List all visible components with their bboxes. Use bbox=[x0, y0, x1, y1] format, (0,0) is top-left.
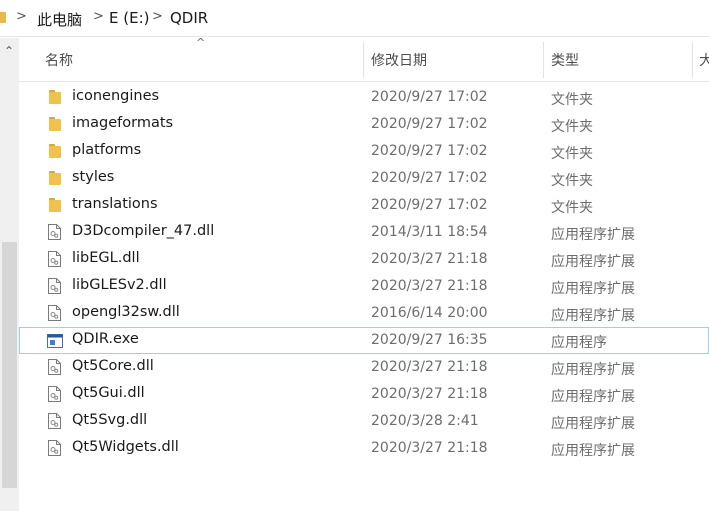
dll-file-icon bbox=[48, 251, 61, 267]
folder-icon bbox=[0, 12, 6, 23]
folder-icon bbox=[49, 198, 61, 212]
file-row[interactable]: iconengines 2020/9/27 17:02 文件夹 bbox=[19, 84, 709, 111]
dll-file-icon bbox=[48, 359, 61, 375]
file-modified-date: 2014/3/11 18:54 bbox=[371, 224, 488, 240]
breadcrumb-item-qdir[interactable]: QDIR bbox=[170, 9, 208, 27]
dll-file-icon bbox=[48, 440, 61, 456]
file-name: Qt5Core.dll bbox=[72, 358, 154, 374]
file-name: Qt5Svg.dll bbox=[72, 412, 148, 428]
column-header: ^ 名称 修改日期 类型 大 bbox=[19, 36, 709, 82]
file-modified-date: 2020/3/28 2:41 bbox=[371, 413, 479, 429]
file-row[interactable]: Qt5Core.dll 2020/3/27 21:18 应用程序扩展 bbox=[19, 354, 709, 381]
column-header-type[interactable]: 类型 bbox=[551, 50, 579, 70]
exe-file-icon bbox=[47, 333, 63, 349]
file-modified-date: 2016/6/14 20:00 bbox=[371, 305, 488, 321]
folder-icon bbox=[49, 144, 61, 158]
file-modified-date: 2020/3/27 21:18 bbox=[371, 440, 488, 456]
navigation-pane-scrollbar[interactable]: ⌃ bbox=[0, 38, 19, 511]
chevron-up-icon[interactable]: ⌃ bbox=[4, 44, 14, 58]
column-divider[interactable] bbox=[363, 42, 364, 78]
file-type: 应用程序扩展 bbox=[551, 362, 635, 378]
file-row[interactable]: D3Dcompiler_47.dll 2014/3/11 18:54 应用程序扩展 bbox=[19, 219, 709, 246]
file-modified-date: 2020/3/27 21:18 bbox=[371, 251, 488, 267]
file-type: 文件夹 bbox=[551, 92, 593, 108]
dll-file-icon bbox=[48, 305, 61, 321]
dll-file-icon bbox=[48, 278, 61, 294]
file-name: iconengines bbox=[72, 88, 160, 104]
file-modified-date: 2020/9/27 17:02 bbox=[371, 89, 488, 105]
address-bar[interactable]: > 此电脑 > E (E:) > QDIR bbox=[0, 0, 709, 37]
sort-ascending-icon: ^ bbox=[196, 36, 206, 49]
file-modified-date: 2020/9/27 17:02 bbox=[371, 116, 488, 132]
breadcrumb-item-drive-e[interactable]: E (E:) bbox=[109, 9, 149, 27]
file-name: libGLESv2.dll bbox=[72, 277, 167, 293]
file-name: libEGL.dll bbox=[72, 250, 140, 266]
file-modified-date: 2020/3/27 21:18 bbox=[371, 386, 488, 402]
file-modified-date: 2020/9/27 17:02 bbox=[371, 197, 488, 213]
file-row[interactable]: Qt5Widgets.dll 2020/3/27 21:18 应用程序扩展 bbox=[19, 435, 709, 462]
file-type: 应用程序扩展 bbox=[551, 227, 635, 243]
file-name: platforms bbox=[72, 142, 142, 158]
file-type: 应用程序扩展 bbox=[551, 281, 635, 297]
file-row[interactable]: Qt5Gui.dll 2020/3/27 21:18 应用程序扩展 bbox=[19, 381, 709, 408]
file-type: 文件夹 bbox=[551, 119, 593, 135]
chevron-right-icon[interactable]: > bbox=[93, 9, 104, 24]
file-row[interactable]: libGLESv2.dll 2020/3/27 21:18 应用程序扩展 bbox=[19, 273, 709, 300]
file-type: 应用程序扩展 bbox=[551, 443, 635, 459]
file-name: QDIR.exe bbox=[72, 331, 139, 347]
file-name: opengl32sw.dll bbox=[72, 304, 180, 320]
folder-icon bbox=[49, 171, 61, 185]
chevron-right-icon[interactable]: > bbox=[152, 9, 163, 24]
file-row[interactable]: libEGL.dll 2020/3/27 21:18 应用程序扩展 bbox=[19, 246, 709, 273]
file-row[interactable]: opengl32sw.dll 2016/6/14 20:00 应用程序扩展 bbox=[19, 300, 709, 327]
file-name: Qt5Widgets.dll bbox=[72, 439, 179, 455]
file-type: 应用程序扩展 bbox=[551, 416, 635, 432]
column-header-modified[interactable]: 修改日期 bbox=[371, 50, 427, 70]
file-modified-date: 2020/9/27 17:02 bbox=[371, 143, 488, 159]
file-modified-date: 2020/3/27 21:18 bbox=[371, 278, 488, 294]
scrollbar-thumb[interactable] bbox=[2, 242, 17, 488]
file-name: Qt5Gui.dll bbox=[72, 385, 145, 401]
file-type: 应用程序扩展 bbox=[551, 308, 635, 324]
file-modified-date: 2020/9/27 16:35 bbox=[371, 332, 488, 348]
file-name: imageformats bbox=[72, 115, 174, 131]
file-row[interactable]: styles 2020/9/27 17:02 文件夹 bbox=[19, 165, 709, 192]
file-type: 文件夹 bbox=[551, 173, 593, 189]
column-header-size[interactable]: 大 bbox=[699, 50, 709, 70]
column-divider[interactable] bbox=[543, 42, 544, 78]
file-type: 文件夹 bbox=[551, 146, 593, 162]
file-row[interactable]: translations 2020/9/27 17:02 文件夹 bbox=[19, 192, 709, 219]
file-row[interactable]: Qt5Svg.dll 2020/3/28 2:41 应用程序扩展 bbox=[19, 408, 709, 435]
file-row[interactable]: imageformats 2020/9/27 17:02 文件夹 bbox=[19, 111, 709, 138]
file-name: translations bbox=[72, 196, 158, 212]
file-modified-date: 2020/9/27 17:02 bbox=[371, 170, 488, 186]
file-name: D3Dcompiler_47.dll bbox=[72, 223, 215, 239]
dll-file-icon bbox=[48, 386, 61, 402]
dll-file-icon bbox=[48, 224, 61, 240]
file-type: 文件夹 bbox=[551, 200, 593, 216]
file-type: 应用程序扩展 bbox=[551, 254, 635, 270]
column-divider[interactable] bbox=[692, 42, 693, 78]
file-row[interactable]: QDIR.exe 2020/9/27 16:35 应用程序 bbox=[19, 327, 709, 354]
dll-file-icon bbox=[48, 413, 61, 429]
file-type: 应用程序扩展 bbox=[551, 389, 635, 405]
folder-icon bbox=[49, 90, 61, 104]
chevron-right-icon[interactable]: > bbox=[16, 9, 27, 24]
file-modified-date: 2020/3/27 21:18 bbox=[371, 359, 488, 375]
folder-icon bbox=[49, 117, 61, 131]
breadcrumb-item-this-pc[interactable]: 此电脑 bbox=[37, 9, 82, 30]
file-list: iconengines 2020/9/27 17:02 文件夹 imageformat… bbox=[19, 84, 709, 462]
file-type: 应用程序 bbox=[551, 335, 607, 351]
file-name: styles bbox=[72, 169, 115, 185]
file-row[interactable]: platforms 2020/9/27 17:02 文件夹 bbox=[19, 138, 709, 165]
column-header-name[interactable]: 名称 bbox=[45, 50, 73, 70]
